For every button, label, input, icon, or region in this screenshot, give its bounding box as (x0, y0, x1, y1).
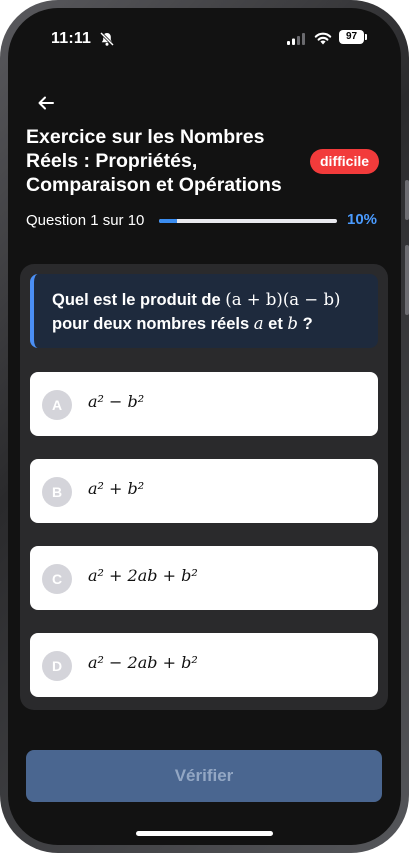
question-var-b: b (287, 314, 298, 333)
progress-percent: 10% (347, 211, 378, 228)
volume-button (405, 180, 409, 220)
status-time: 11:11 (51, 30, 92, 47)
option-letter: B (42, 477, 72, 507)
progress-bar (159, 219, 337, 223)
option-text: a² − 2ab + b² (88, 653, 198, 672)
wifi-icon (314, 31, 332, 50)
option-text: a² + 2ab + b² (88, 566, 198, 585)
question-middle: pour deux nombres réels (52, 315, 254, 333)
question-box: Quel est le produit de (a + b)(a − b) po… (30, 274, 378, 348)
option-text: a² − b² (88, 392, 145, 411)
home-indicator[interactable] (136, 831, 273, 836)
question-suffix: ? (297, 315, 313, 333)
battery-indicator: 97 (339, 30, 367, 44)
screen: 11:11 97 Exercice sur les Nombres Réels … (8, 8, 401, 845)
page-title: Exercice sur les Nombres Réels : Proprié… (26, 126, 282, 196)
verify-button[interactable]: Vérifier (26, 750, 382, 802)
question-card: Quel est le produit de (a + b)(a − b) po… (20, 264, 388, 710)
bell-muted-icon (99, 31, 115, 52)
option-letter: C (42, 564, 72, 594)
option-d[interactable]: D a² − 2ab + b² (30, 633, 378, 697)
option-a[interactable]: A a² − b² (30, 372, 378, 436)
option-b[interactable]: B a² + b² (30, 459, 378, 523)
cellular-signal-icon (287, 32, 307, 50)
question-expression: (a + b)(a − b) (225, 290, 341, 309)
progress-label: Question 1 sur 10 (26, 212, 145, 229)
question-var-a: a (253, 314, 264, 333)
back-arrow-icon[interactable] (36, 93, 56, 118)
side-button (405, 245, 409, 315)
question-conjunction: et (263, 315, 288, 333)
option-text: a² + b² (88, 479, 145, 498)
option-c[interactable]: C a² + 2ab + b² (30, 546, 378, 610)
phone-frame: 11:11 97 Exercice sur les Nombres Réels … (0, 0, 409, 853)
option-letter: A (42, 390, 72, 420)
progress-fill (159, 219, 177, 223)
question-text: Quel est le produit de (a + b)(a − b) po… (52, 288, 372, 336)
difficulty-badge: difficile (310, 149, 380, 174)
option-letter: D (42, 651, 72, 681)
question-prefix: Quel est le produit de (52, 291, 226, 309)
